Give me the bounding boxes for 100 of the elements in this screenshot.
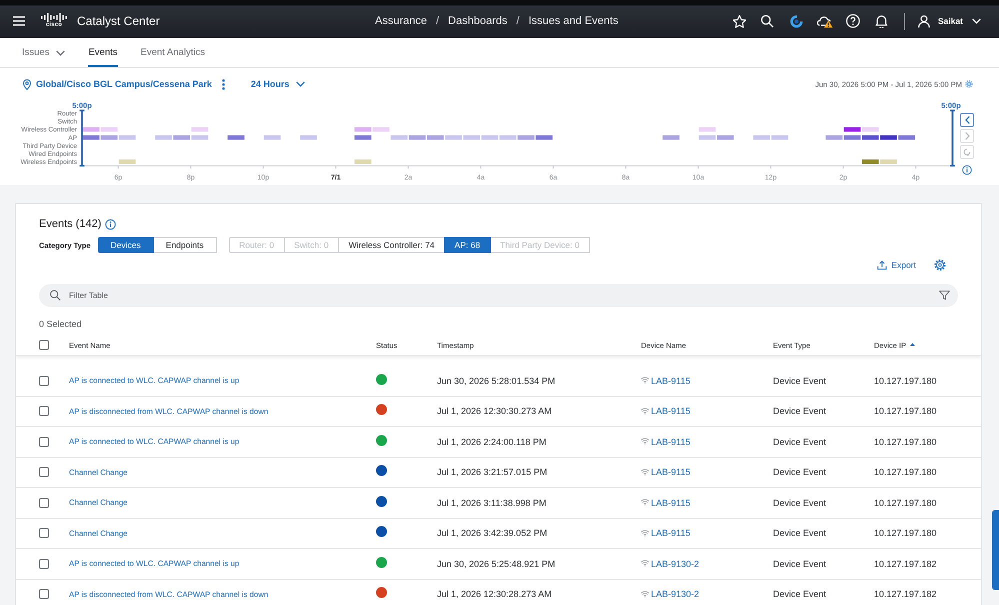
device-ip-text: 10.127.197.180 [874,436,937,447]
caret-down-icon [296,81,306,87]
device-name-link[interactable]: LAB-9115 [651,376,690,386]
previous-button[interactable] [960,113,974,127]
timestamp-text: Jul 1, 2026 3:21:57.015 PM [437,467,548,478]
location-link[interactable]: Global/Cisco BGL Campus/Cessena Park [36,79,212,89]
info-icon[interactable] [962,165,972,175]
breadcrumb-link[interactable]: Issues and Events [528,15,618,27]
timestamp-text: Jul 1, 2026 12:30:28.273 AM [437,589,552,600]
wifi-icon [641,438,649,446]
export-button[interactable]: Export [877,260,916,270]
event-type-text: Device Event [773,528,826,538]
swirl-icon[interactable] [790,14,803,28]
user-name[interactable]: Saikat [938,16,963,26]
help-icon[interactable] [846,14,860,28]
timeline-segment [662,135,680,140]
event-type-text: Device Event [773,376,826,386]
chevron-left-icon [964,116,970,124]
event-type-text: Device Event [773,436,826,447]
tab[interactable]: Event Analytics [140,38,205,67]
device-type-filter[interactable]: AP: 68 [444,237,491,253]
row-checkbox[interactable] [39,589,49,600]
caret-down-icon [56,50,66,56]
wifi-icon [641,468,649,476]
event-type-text: Device Event [773,558,826,569]
device-ip-text: 10.127.197.180 [874,406,937,416]
range-end-marker[interactable] [950,110,955,166]
chevron-right-icon [964,132,970,140]
menu-icon[interactable] [13,16,25,26]
event-type-text: Device Event [773,498,826,508]
event-type-text: Device Event [773,467,826,478]
breadcrumb-link[interactable]: Assurance [375,15,427,27]
settings-icon[interactable] [934,259,946,271]
filter-field[interactable]: Filter Table [39,284,958,307]
events-title: Events (142) [39,218,102,230]
filter-icon[interactable] [939,290,950,301]
more-options-icon[interactable] [222,78,225,90]
breadcrumb-link[interactable]: Dashboards [448,15,508,27]
timeline-segment [354,159,372,164]
event-type-text: Device Event [773,589,826,600]
device-name-link[interactable]: LAB-9115 [651,467,690,478]
tab[interactable]: Issues [22,38,66,67]
device-name-link[interactable]: LAB-9115 [651,528,690,538]
row-checkbox[interactable] [39,376,49,386]
category-toggle[interactable]: Devices [98,237,154,253]
location-pin-icon [23,78,31,90]
timestamp-text: Jul 1, 2026 3:11:38.998 PM [437,498,546,508]
row-checkbox[interactable] [39,406,49,416]
sort-ascending-icon [910,343,916,346]
row-checkbox[interactable] [39,558,49,569]
row-checkbox[interactable] [39,436,49,447]
info-icon[interactable] [105,218,116,230]
row-checkbox[interactable] [39,498,49,508]
wifi-icon [641,377,649,384]
row-checkbox[interactable] [39,528,49,538]
device-name-link[interactable]: LAB-9115 [651,436,690,447]
wifi-icon [641,530,649,537]
timeline-segment [300,135,317,140]
cloud-warning-icon[interactable] [816,14,833,28]
caret-down-icon[interactable] [972,18,981,24]
search-icon [50,290,61,301]
device-name-link[interactable]: LAB-9115 [651,406,690,416]
person-icon[interactable] [918,14,930,28]
device-name-link[interactable]: LAB-9115 [651,498,690,508]
device-ip-text: 10.127.197.180 [874,498,937,508]
device-ip-text: 10.127.197.182 [874,558,937,569]
breadcrumb-separator: / [516,15,520,27]
timestamp-text: Jun 30, 2026 5:28:01.534 PM [437,376,556,386]
breadcrumb-separator: / [436,15,440,27]
category-toggle[interactable]: Endpoints [152,237,217,253]
device-ip-text: 10.127.197.180 [874,528,937,538]
device-ip-text: 10.127.197.182 [874,589,937,600]
bell-icon[interactable] [875,14,888,28]
device-name-link[interactable]: LAB-9130-2 [651,558,700,569]
event-type-text: Device Event [773,406,826,416]
search-icon[interactable] [761,14,774,28]
wifi-icon [641,499,649,506]
logo-icon [40,13,68,22]
range-start-marker[interactable] [80,110,84,166]
select-all-checkbox[interactable] [39,340,49,350]
device-name-link[interactable]: LAB-9130-2 [651,589,700,600]
wifi-icon [641,590,649,598]
timeline-segment [191,127,208,132]
timeline-segment [118,159,136,164]
star-icon[interactable] [732,14,746,28]
wifi-icon [641,408,649,415]
row-checkbox[interactable] [39,467,49,478]
timestamp-text: Jun 30, 2026 5:25:48.921 PM [437,558,556,569]
app-title: Catalyst Center [77,14,160,28]
refresh-icon [963,148,971,156]
device-ip-text: 10.127.197.180 [874,467,937,478]
upload-icon [877,260,888,270]
timeline-segment [228,135,244,140]
device-type-filter[interactable]: Wireless Controller: 74 [338,237,446,253]
time-range-dropdown[interactable]: 24 Hours [250,79,306,89]
timestamp-text: Jul 1, 2026 12:30:30.273 AM [437,406,552,416]
timestamp-text: Jul 1, 2026 3:42:39.052 PM [437,528,548,538]
tab[interactable]: Events [88,38,118,67]
timeline-segment [354,135,372,140]
selected-count: 0 Selected [38,318,83,330]
